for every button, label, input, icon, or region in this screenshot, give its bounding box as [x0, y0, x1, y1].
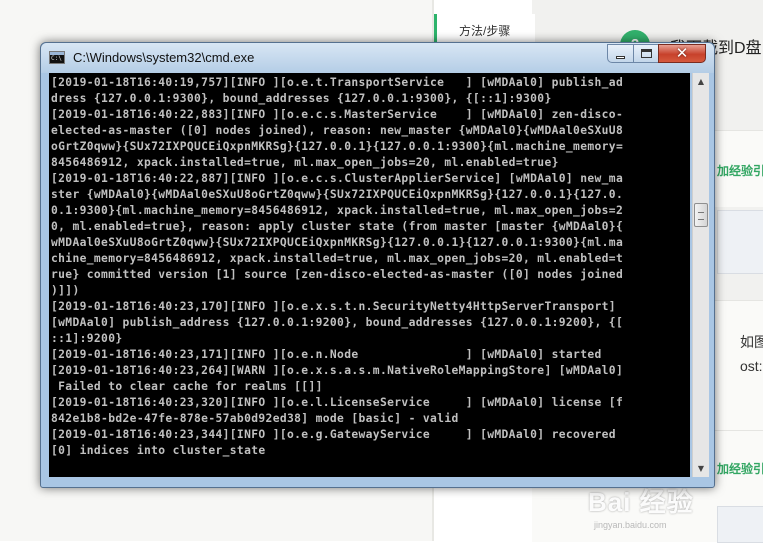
console-lines: [2019-01-18T16:40:19,757][INFO ][o.e.t.T… [51, 75, 623, 459]
experience-link[interactable]: 加经验引 [717, 162, 763, 179]
window-titlebar[interactable]: C:\Windows\system32\cmd.exe ✕ [41, 43, 714, 73]
console-line: elected-as-master ([0] nodes joined), re… [51, 124, 624, 137]
console-line: [wMDAal0] publish_address {127.0.0.1:920… [51, 316, 624, 329]
console-line: )]]) [51, 284, 80, 297]
console-line: oGrtZ0qww}{SUx72IXPQUCEiQxpnMKRSg}{127.0… [51, 140, 624, 153]
console-line: ster {wMDAal0}{wMDAal0eSXuU8oGrtZ0qww}{S… [51, 188, 624, 201]
console-line: rue} committed version [1] source [zen-d… [51, 268, 624, 281]
scroll-up-arrow-icon[interactable]: ▲ [693, 73, 709, 90]
console-line: [2019-01-18T16:40:19,757][INFO ][o.e.t.T… [51, 76, 624, 89]
screenshot-thumbnail[interactable] [717, 210, 763, 274]
console-line: 8456486912, xpack.installed=true, ml.max… [51, 156, 559, 169]
console-line: wMDAal0eSXuU8oGrtZ0qww}{SUx72IXPQUCEiQxp… [51, 236, 624, 249]
console-line: ::1]:9200} [51, 332, 123, 345]
scroll-down-arrow-icon[interactable]: ▼ [693, 460, 709, 477]
maximize-button[interactable] [633, 44, 659, 63]
scroll-thumb[interactable] [694, 203, 708, 227]
console-line: 842e1b8-bd2e-47fe-878e-57ab0d92ed38] mod… [51, 412, 459, 425]
console-line: Failed to clear cache for realms [[]] [51, 380, 323, 393]
console-line: [2019-01-18T16:40:22,887][INFO ][o.e.c.s… [51, 172, 624, 185]
close-icon: ✕ [675, 44, 689, 62]
console-line: 0, ml.enabled=true}, reason: apply clust… [51, 220, 624, 233]
close-button[interactable]: ✕ [658, 44, 706, 63]
watermark-url-text: jingyan.baidu.com [594, 520, 667, 530]
console-line: [0] indices into cluster_state [51, 444, 266, 457]
cmd-app-icon[interactable] [49, 51, 65, 64]
console-line: [2019-01-18T16:40:23,171][INFO ][o.e.n.N… [51, 348, 602, 361]
console-line: [2019-01-18T16:40:22,883][INFO ][o.e.c.s… [51, 108, 624, 121]
maximize-icon [641, 49, 652, 58]
console-line: [2019-01-18T16:40:23,264][WARN ][o.e.x.s… [51, 364, 624, 377]
console-line: [2019-01-18T16:40:23,320][INFO ][o.e.l.L… [51, 396, 624, 409]
console-line: [2019-01-18T16:40:23,344][INFO ][o.e.g.G… [51, 428, 616, 441]
cmd-window[interactable]: C:\Windows\system32\cmd.exe ✕ [2019-01-1… [40, 42, 715, 488]
console-line: dress {127.0.0.1:9300}, bound_addresses … [51, 92, 552, 105]
article-text-fragment: ost:92 [740, 358, 763, 374]
console-line: chine_memory=8456486912, xpack.installed… [51, 252, 624, 265]
console-output[interactable]: [2019-01-18T16:40:19,757][INFO ][o.e.t.T… [49, 73, 690, 477]
console-line: 0.1:9300}{ml.machine_memory=8456486912, … [51, 204, 624, 217]
article-text-fragment: 如图， [740, 334, 763, 350]
console-line: [2019-01-18T16:40:23,170][INFO ][o.e.x.s… [51, 300, 624, 313]
minimize-button[interactable] [607, 44, 634, 63]
vertical-scrollbar[interactable]: ▲ ▼ [692, 73, 709, 477]
minimize-icon [616, 56, 625, 59]
window-title: C:\Windows\system32\cmd.exe [73, 50, 255, 65]
